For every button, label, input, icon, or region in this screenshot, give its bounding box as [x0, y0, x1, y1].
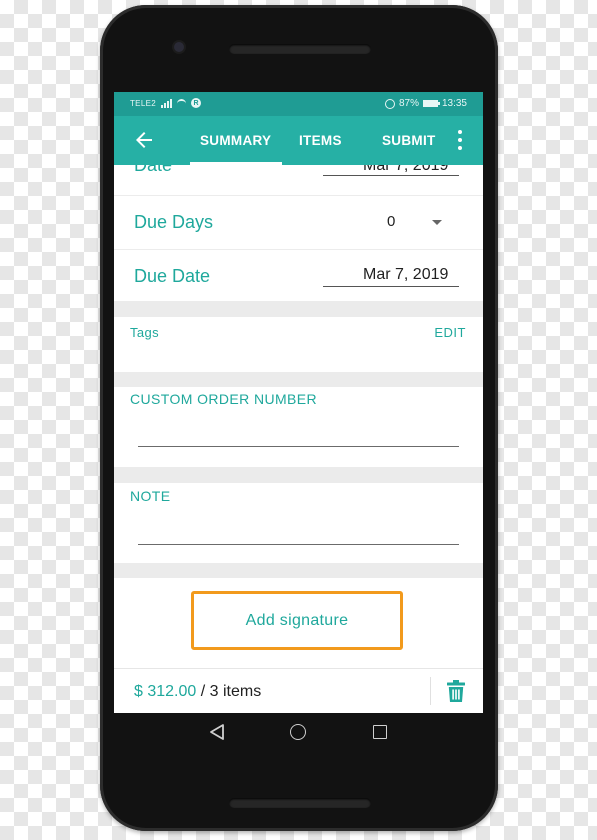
total-separator: / [200, 683, 206, 700]
roaming-icon: R [190, 98, 201, 108]
tags-label: Tags [130, 325, 160, 340]
wifi-icon [176, 98, 186, 108]
battery-icon [422, 100, 440, 107]
note-label: NOTE [130, 488, 171, 504]
tags-edit-link[interactable]: EDIT [434, 325, 466, 340]
clock: 13:35 [441, 98, 467, 109]
note-input[interactable] [138, 544, 459, 545]
battery-percent: 87% [398, 98, 419, 109]
custom-order-number-input[interactable] [138, 446, 459, 447]
status-bar: TELE2 R 87% 13:35 [114, 92, 483, 116]
app-bar: SUMMARY ITEMS SUBMIT [114, 116, 483, 165]
more-vertical-icon[interactable] [455, 130, 465, 150]
total-amount: $ 312.00 [134, 683, 197, 700]
tags-card: Tags EDIT [114, 317, 483, 372]
dates-card: Date Mar 7, 2019 Due Days 0 Due Date Mar… [114, 165, 483, 301]
system-nav-bar [114, 713, 483, 751]
order-total: $ 312.00 / 3 items [134, 683, 261, 701]
nav-home-icon[interactable] [290, 724, 306, 740]
app-screen: TELE2 R 87% 13:35 SUMMARY ITEMS SUBMIT D… [114, 92, 483, 713]
date-underline [323, 175, 459, 176]
bottom-speaker [229, 798, 371, 808]
custom-order-number-label: CUSTOM ORDER NUMBER [130, 391, 318, 407]
tab-summary[interactable]: SUMMARY [200, 133, 271, 148]
tab-submit[interactable]: SUBMIT [382, 133, 436, 148]
due-days-value[interactable]: 0 [387, 213, 395, 230]
add-signature-button[interactable]: Add signature [191, 591, 403, 650]
arrow-left-icon[interactable] [132, 128, 156, 152]
due-date-value[interactable]: Mar 7, 2019 [363, 266, 448, 284]
date-value[interactable]: Mar 7, 2019 [363, 165, 448, 175]
trash-icon[interactable] [447, 680, 465, 702]
due-date-label: Due Date [134, 266, 211, 286]
chevron-down-icon[interactable] [432, 220, 442, 225]
front-camera [174, 42, 184, 52]
signal-icon [160, 98, 172, 108]
note-card: NOTE [114, 483, 483, 563]
nav-back-icon[interactable] [208, 723, 226, 741]
custom-order-number-card: CUSTOM ORDER NUMBER [114, 387, 483, 467]
form-content: Date Mar 7, 2019 Due Days 0 Due Date Mar… [114, 165, 483, 713]
tab-items[interactable]: ITEMS [299, 133, 342, 148]
alarm-icon [384, 98, 395, 109]
items-count: 3 items [209, 683, 262, 700]
due-days-label: Due Days [134, 212, 214, 232]
earpiece-speaker [229, 44, 371, 54]
nav-recents-icon[interactable] [373, 725, 387, 739]
carrier-name: TELE2 [130, 98, 156, 108]
due-date-underline [323, 286, 459, 287]
order-summary-bar: $ 312.00 / 3 items [114, 668, 483, 713]
date-label: Date [134, 165, 173, 175]
